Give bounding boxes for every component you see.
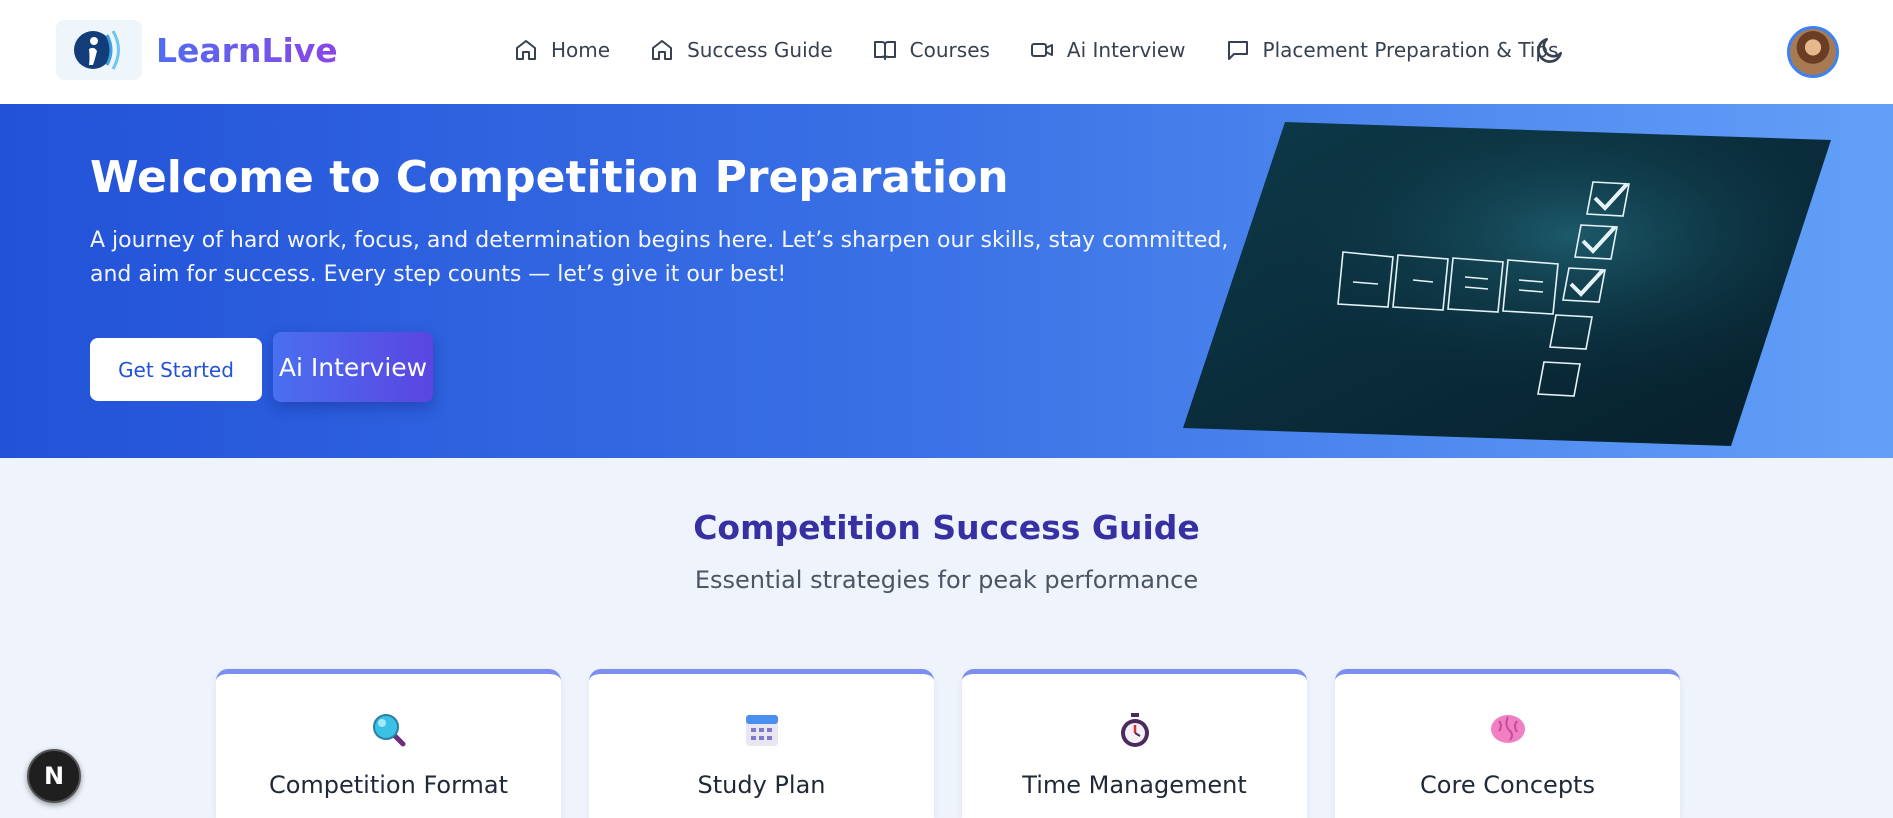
brain-icon: [1490, 715, 1525, 743]
home-icon: [652, 40, 673, 60]
hero-section: Welcome to Competition Preparation A jou…: [0, 104, 1893, 458]
moon-icon: [1537, 38, 1562, 63]
section-subtitle: Essential strategies for peak performanc…: [694, 566, 1199, 594]
nav-item-label: Home: [551, 38, 611, 62]
hero-title: Welcome to Competition Preparation: [90, 152, 1009, 203]
card-title: Study Plan: [697, 771, 826, 799]
nav-item-home[interactable]: Home: [514, 38, 610, 62]
ai-interview-button[interactable]: Ai Interview: [273, 332, 433, 402]
message-square-icon: [1227, 41, 1248, 60]
brand[interactable]: LearnLive: [56, 20, 338, 80]
brand-name: LearnLive: [156, 30, 338, 70]
nav-item-ai-interview[interactable]: Ai Interview: [1030, 38, 1186, 62]
book-open-icon: [873, 41, 896, 60]
hero-description: A journey of hard work, focus, and deter…: [90, 228, 1229, 287]
nav-item-placement-preparation[interactable]: Placement Preparation & Tips: [1226, 38, 1559, 62]
user-avatar[interactable]: [1787, 26, 1839, 78]
nav-item-label: Courses: [909, 38, 990, 62]
nav-item-success-guide[interactable]: Success Guide: [650, 38, 833, 62]
video-icon: [1030, 43, 1053, 57]
card-competition-format[interactable]: Competition Format: [216, 669, 561, 818]
stopwatch-icon: [1120, 713, 1149, 747]
nav-item-label: Success Guide: [687, 38, 833, 62]
calendar-icon: [745, 715, 778, 746]
card-time-management[interactable]: Time Management: [962, 669, 1307, 818]
card-title: Time Management: [1022, 771, 1247, 799]
card-core-concepts[interactable]: Core Concepts: [1335, 669, 1680, 818]
top-navbar: LearnLive Home Success Guide Courses Ai …: [0, 0, 1893, 104]
success-guide-section: Competition Success Guide Essential stra…: [0, 458, 1893, 818]
card-title: Competition Format: [268, 771, 509, 799]
section-title: Competition Success Guide: [693, 508, 1200, 547]
get-started-button[interactable]: Get Started: [90, 338, 262, 401]
learnlive-logo-icon: [56, 20, 142, 80]
nav-item-courses[interactable]: Courses: [873, 38, 990, 62]
checklist-illustration: [1183, 122, 1831, 446]
main-nav: Home Success Guide Courses Ai Interview …: [514, 0, 1598, 100]
nav-item-label: Ai Interview: [1066, 38, 1186, 62]
theme-toggle-button[interactable]: [1534, 34, 1566, 70]
nextjs-badge[interactable]: N: [27, 749, 81, 803]
magnifying-glass-icon: [372, 714, 405, 747]
home-icon: [516, 40, 536, 60]
nav-item-label: Placement Preparation & Tips: [1262, 38, 1559, 62]
card-study-plan[interactable]: Study Plan: [589, 669, 934, 818]
card-title: Core Concepts: [1420, 771, 1595, 799]
